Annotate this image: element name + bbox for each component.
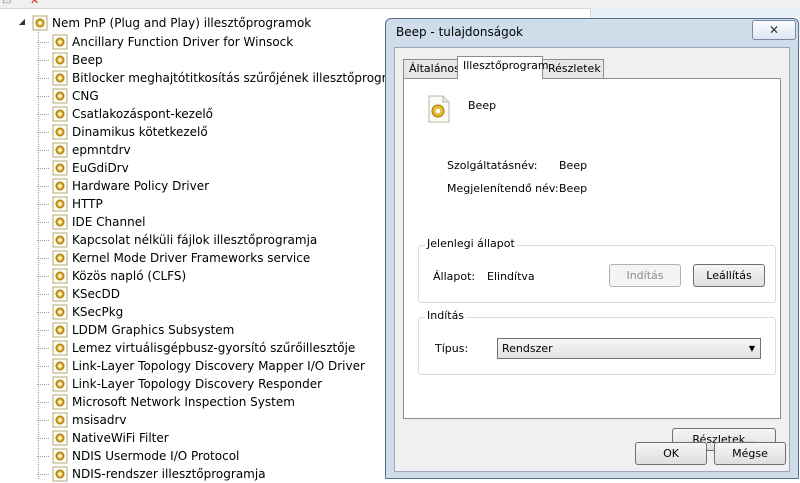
tree-item-label: CNG <box>72 89 99 103</box>
startup-group-label: Indítás <box>425 309 467 322</box>
startup-type-select[interactable]: Rendszer ▼ <box>497 338 761 359</box>
gear-icon <box>52 322 68 338</box>
gear-icon <box>52 142 68 158</box>
gear-icon <box>52 232 68 248</box>
collapse-arrow-icon[interactable]: ◢ <box>17 17 27 27</box>
tree-item-label: Lemez virtuálisgépbusz-gyorsító szűrőill… <box>72 341 356 355</box>
gear-icon <box>52 340 68 356</box>
tree-item-label: epmntdrv <box>72 143 131 157</box>
tree-item-label: KSecPkg <box>72 305 124 319</box>
tree-item-label: Kernel Mode Driver Frameworks service <box>72 251 311 265</box>
tree-item-label: Beep <box>72 53 103 67</box>
gear-icon <box>52 34 68 50</box>
close-icon: ✕ <box>768 23 780 37</box>
display-name-value: Beep <box>559 182 588 195</box>
dialog-titlebar[interactable]: Beep - tulajdonságok ✕ <box>386 19 798 47</box>
gear-icon <box>52 124 68 140</box>
tree-item-label: Közös napló (CLFS) <box>72 269 187 283</box>
tree-item-label: Csatlakozáspont-kezelő <box>72 107 214 121</box>
device-gear-icon <box>428 95 450 123</box>
gear-icon <box>52 214 68 230</box>
gear-icon <box>52 160 68 176</box>
gear-icon <box>52 394 68 410</box>
gear-icon <box>52 376 68 392</box>
uninstall-icon[interactable]: ✕ <box>30 0 39 7</box>
gear-icon <box>52 178 68 194</box>
tree-item-label: IDE Channel <box>72 215 146 229</box>
tree-item-label: Link-Layer Topology Discovery Mapper I/O… <box>72 359 365 373</box>
gear-icon <box>52 430 68 446</box>
gear-icon <box>52 358 68 374</box>
state-value: Elindítva <box>487 270 535 283</box>
tree-item-label: NativeWiFi Filter <box>72 431 169 445</box>
startup-type-label: Típus: <box>435 342 469 355</box>
tree-item-label: Ancillary Function Driver for Winsock <box>72 35 294 49</box>
service-name-label: Szolgáltatásnév: <box>447 159 538 172</box>
gear-icon <box>32 15 48 31</box>
tree-item-label: Dinamikus kötetkezelő <box>72 125 208 139</box>
tree-item-label: Microsoft Network Inspection System <box>72 395 295 409</box>
dropdown-arrow-icon: ▼ <box>748 344 755 353</box>
current-state-group-label: Jelenlegi állapot <box>425 237 517 250</box>
cancel-button[interactable]: Mégse <box>714 442 786 465</box>
tree-item-label: HTTP <box>72 197 103 211</box>
gear-icon <box>52 412 68 428</box>
tree-item-label: NDIS Usermode I/O Protocol <box>72 449 240 463</box>
gear-icon <box>52 304 68 320</box>
gear-icon <box>52 268 68 284</box>
tree-item-label: Kapcsolat nélküli fájlok illesztőprogram… <box>72 233 318 247</box>
ok-button[interactable]: OK <box>635 442 707 465</box>
tab-details[interactable]: Részletek <box>542 59 604 78</box>
tree-item-label: msisadrv <box>72 413 127 427</box>
tree-root-label: Nem PnP (Plug and Play) illesztőprogramo… <box>52 16 312 30</box>
gear-icon <box>52 52 68 68</box>
tree-item-label: NDIS-rendszer illesztőprogramja <box>72 467 266 481</box>
state-label: Állapot: <box>433 270 476 283</box>
tree-item-label: Link-Layer Topology Discovery Responder <box>72 377 323 391</box>
close-button[interactable]: ✕ <box>752 20 796 40</box>
dialog-title: Beep - tulajdonságok <box>396 25 523 39</box>
gear-icon <box>52 70 68 86</box>
current-state-group: Jelenlegi állapot Állapot: Elindítva Ind… <box>418 237 776 303</box>
startup-group: Indítás Típus: Rendszer ▼ <box>418 309 776 375</box>
properties-dialog: Beep - tulajdonságok ✕ Általános Illeszt… <box>385 18 799 479</box>
display-name-label: Megjelenítendő név: <box>447 182 559 195</box>
tree-item-label: KSecDD <box>72 287 120 301</box>
tree-item-label: Bitlocker meghajtótitkosítás szűrőjének … <box>72 71 417 85</box>
driver-tab-page: Beep Szolgáltatásnév: Beep Megjelenítend… <box>403 78 781 451</box>
tree-item-label: LDDM Graphics Subsystem <box>72 323 235 337</box>
startup-type-value: Rendszer <box>502 342 553 355</box>
gear-icon <box>52 250 68 266</box>
gear-icon <box>52 286 68 302</box>
tab-driver[interactable]: Illesztőprogram <box>457 56 549 79</box>
gear-icon <box>52 466 68 482</box>
gear-icon <box>52 106 68 122</box>
tree-item-label: Hardware Policy Driver <box>72 179 210 193</box>
stop-button[interactable]: Leállítás <box>693 264 765 287</box>
device-name: Beep <box>468 99 497 112</box>
tab-general[interactable]: Általános <box>403 59 460 78</box>
gear-icon <box>52 88 68 104</box>
gear-icon <box>52 448 68 464</box>
gear-icon <box>52 196 68 212</box>
toolbar-icon[interactable]: ▭ <box>2 0 11 7</box>
service-name-value: Beep <box>559 159 588 172</box>
dialog-client: Általános Illesztőprogram Részletek Beep… <box>394 47 790 472</box>
tree-item-label: EuGdiDrv <box>72 161 129 175</box>
start-button[interactable]: Indítás <box>609 264 681 287</box>
